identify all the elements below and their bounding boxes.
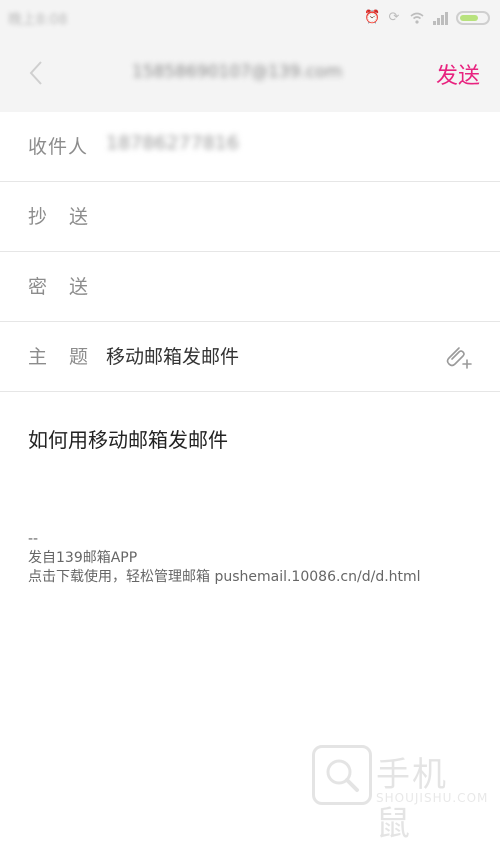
watermark-logo-icon	[312, 745, 372, 805]
signature-line-2: 点击下载使用，轻松管理邮箱 pushemail.10086.cn/d/d.htm…	[28, 569, 421, 585]
signature: -- 发自139邮箱APP 点击下载使用，轻松管理邮箱 pushemail.10…	[28, 530, 421, 587]
watermark: 手机鼠 SHOUJISHU.COM	[312, 745, 487, 844]
status-time: 晚上8:08	[8, 12, 68, 28]
body-text[interactable]: 如何用移动邮箱发邮件	[28, 424, 228, 453]
signature-line-1: 发自139邮箱APP	[28, 550, 138, 566]
mail-body-editor[interactable]: 如何用移动邮箱发邮件 -- 发自139邮箱APP 点击下载使用，轻松管理邮箱 p…	[0, 394, 500, 634]
status-icons: ⏰ ⟳	[364, 8, 490, 28]
subject-field[interactable]: 移动邮箱发邮件	[106, 342, 239, 369]
wifi-icon	[410, 11, 424, 25]
compose-form: 收件人 18786277816 抄送 密送 主题 移动邮箱发邮件	[0, 112, 500, 392]
recipient-value[interactable]: 18786277816	[106, 132, 239, 154]
subject-label: 主题	[28, 346, 111, 368]
signature-separator: --	[28, 531, 39, 547]
to-label: 收件人	[28, 136, 89, 158]
sender-address: 15858690107@139.com	[132, 62, 343, 82]
cc-row[interactable]: 抄送	[0, 182, 500, 252]
compose-header: 15858690107@139.com 发送	[0, 36, 500, 112]
rotation-lock-icon: ⟳	[388, 10, 400, 25]
watermark-subtext: SHOUJISHU.COM	[376, 791, 489, 805]
status-bar: 晚上8:08 ⏰ ⟳	[0, 0, 500, 36]
bcc-row[interactable]: 密送	[0, 252, 500, 322]
signal-icon	[433, 11, 448, 25]
to-row[interactable]: 收件人 18786277816	[0, 112, 500, 182]
battery-icon	[456, 11, 490, 25]
cc-label: 抄送	[28, 206, 111, 228]
send-button[interactable]: 发送	[436, 58, 480, 90]
back-arrow-icon[interactable]	[26, 58, 50, 88]
subject-row[interactable]: 主题 移动邮箱发邮件	[0, 322, 500, 392]
alarm-icon: ⏰	[364, 10, 381, 25]
bcc-label: 密送	[28, 276, 111, 298]
attachment-add-icon[interactable]	[442, 342, 472, 372]
